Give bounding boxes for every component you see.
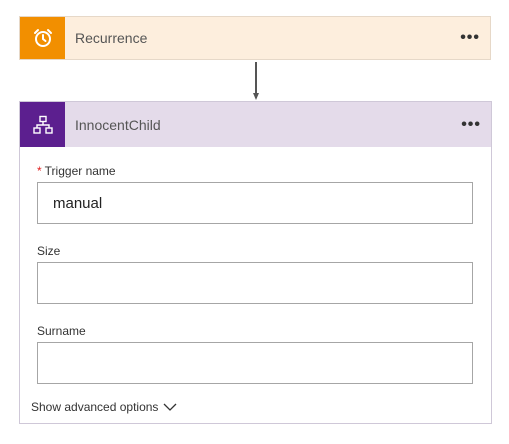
- innocentchild-header[interactable]: InnocentChild •••: [20, 102, 491, 147]
- recurrence-icon-tile: [20, 17, 65, 59]
- trigger-name-input[interactable]: [37, 182, 473, 224]
- recurrence-card[interactable]: Recurrence •••: [19, 16, 491, 60]
- recurrence-more-menu-button[interactable]: •••: [460, 29, 480, 47]
- innocentchild-more-menu-button[interactable]: •••: [461, 116, 481, 134]
- innocentchild-card: InnocentChild ••• *Trigger name Size Sur…: [19, 101, 492, 424]
- innocentchild-icon-tile: [20, 102, 65, 147]
- required-asterisk: *: [37, 164, 42, 178]
- surname-input[interactable]: [37, 342, 473, 384]
- show-advanced-options-link[interactable]: Show advanced options: [31, 400, 177, 414]
- chevron-down-icon: [163, 403, 177, 411]
- show-advanced-options-label: Show advanced options: [31, 400, 159, 414]
- trigger-name-label: * Trigger name: [37, 164, 116, 178]
- surname-label: Surname: [37, 324, 86, 338]
- connector-arrow-icon: [253, 62, 259, 100]
- size-input[interactable]: [37, 262, 473, 304]
- innocentchild-title: InnocentChild: [75, 117, 161, 133]
- hierarchy-icon: [32, 115, 53, 134]
- trigger-name-label-text: Trigger name: [44, 164, 116, 178]
- size-label: Size: [37, 244, 61, 258]
- recurrence-title: Recurrence: [75, 30, 148, 46]
- alarm-clock-icon: [33, 29, 52, 47]
